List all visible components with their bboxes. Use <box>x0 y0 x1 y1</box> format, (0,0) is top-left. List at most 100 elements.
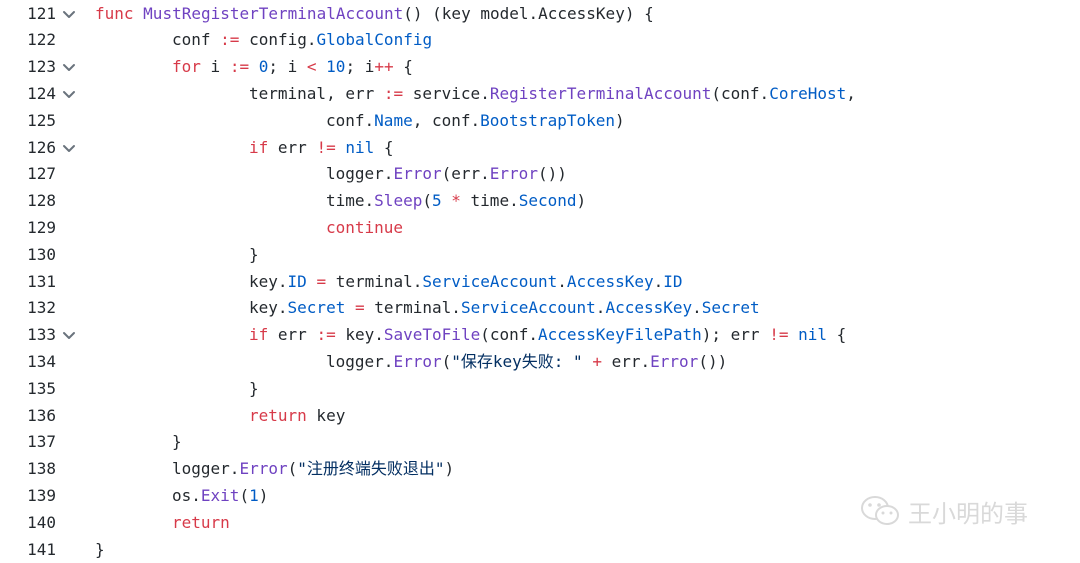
code-token: return <box>249 406 307 425</box>
line-number: 134 <box>24 349 56 376</box>
code-token: ( <box>442 352 452 371</box>
code-token <box>788 325 798 344</box>
line-number: 140 <box>24 510 56 537</box>
code-line: 124 terminal, err := service.RegisterTerm… <box>0 81 1080 108</box>
code-token: 5 <box>432 191 442 210</box>
code-token: := <box>316 325 335 344</box>
code-token: } <box>249 379 259 398</box>
code-token: nil <box>798 325 827 344</box>
code-token: "保存key失败: " <box>451 352 582 371</box>
code-token: return <box>172 513 230 532</box>
fold-chevron-icon[interactable] <box>62 10 76 20</box>
line-number: 130 <box>24 242 56 269</box>
code-token: Error <box>239 459 287 478</box>
line-gutter: 139 <box>0 483 88 510</box>
fold-chevron-icon[interactable] <box>62 144 76 154</box>
code-token: ServiceAccount <box>461 298 596 317</box>
code-text: } <box>249 376 259 403</box>
code-token: 1 <box>249 486 259 505</box>
code-line: 125conf.Name, conf.BootstrapToken) <box>0 108 1080 135</box>
line-gutter: 134 <box>0 349 88 376</box>
code-line: 141} <box>0 537 1080 563</box>
code-token: + <box>592 352 602 371</box>
code-token: conf. <box>326 111 374 130</box>
code-token: MustRegisterTerminalAccount <box>143 4 403 23</box>
code-token: Name <box>374 111 413 130</box>
code-token: ( <box>239 486 249 505</box>
code-text: return key <box>249 403 345 430</box>
code-token: . <box>557 272 567 291</box>
code-token: (err. <box>442 164 490 183</box>
line-gutter: 125 <box>0 108 88 135</box>
code-token: { <box>827 325 846 344</box>
code-token: (conf. <box>480 325 538 344</box>
code-token <box>336 138 346 157</box>
code-token: ID <box>288 272 307 291</box>
wechat-icon <box>860 494 900 528</box>
code-token: Second <box>519 191 577 210</box>
code-token: config. <box>239 30 316 49</box>
watermark: 王小明的事 <box>860 493 1028 529</box>
code-token: } <box>249 245 259 264</box>
code-token: := <box>220 30 239 49</box>
code-token: key. <box>249 272 288 291</box>
line-gutter: 130 <box>0 242 88 269</box>
code-token: Error <box>393 164 441 183</box>
line-number: 129 <box>24 215 56 242</box>
code-token: for <box>172 57 201 76</box>
line-number: 131 <box>24 269 56 296</box>
code-token: AccessKey <box>605 298 692 317</box>
code-text: os.Exit(1) <box>172 483 268 510</box>
line-gutter: 126 <box>0 135 88 162</box>
fold-chevron-icon[interactable] <box>62 331 76 341</box>
code-token: != <box>769 325 788 344</box>
code-token: terminal, err <box>249 84 384 103</box>
line-gutter: 136 <box>0 403 88 430</box>
code-token <box>442 191 452 210</box>
code-token: terminal. <box>365 298 461 317</box>
fold-chevron-icon[interactable] <box>62 90 76 100</box>
code-token: . <box>596 298 606 317</box>
code-text: terminal, err := service.RegisterTermina… <box>249 81 856 108</box>
code-line: 134logger.Error("保存key失败: " + err.Error(… <box>0 349 1080 376</box>
code-token: "注册终端失败退出" <box>297 459 444 478</box>
line-gutter: 138 <box>0 456 88 483</box>
code-token: key. <box>336 325 384 344</box>
line-number: 124 <box>24 81 56 108</box>
code-token: := <box>230 57 249 76</box>
code-token: { <box>394 57 413 76</box>
line-gutter: 140 <box>0 510 88 537</box>
code-text: logger.Error(err.Error()) <box>326 161 567 188</box>
code-text: for i := 0; i < 10; i++ { <box>172 54 413 81</box>
line-number: 137 <box>24 429 56 456</box>
code-editor: 121func MustRegisterTerminalAccount() (k… <box>0 0 1080 559</box>
code-line: 135} <box>0 376 1080 403</box>
line-number: 122 <box>24 27 56 54</box>
code-text: } <box>95 537 105 563</box>
code-token: CoreHost <box>769 84 846 103</box>
code-token: err. <box>602 352 650 371</box>
code-token: terminal. <box>326 272 422 291</box>
line-gutter: 123 <box>0 54 88 81</box>
code-text: conf := config.GlobalConfig <box>172 27 432 54</box>
line-number: 141 <box>24 537 56 563</box>
code-token: ) <box>577 191 587 210</box>
code-token: i <box>201 57 230 76</box>
code-token: , conf. <box>413 111 480 130</box>
code-line: 121func MustRegisterTerminalAccount() (k… <box>0 1 1080 28</box>
code-token: ) <box>615 111 625 130</box>
code-token: key <box>307 406 346 425</box>
code-token <box>345 298 355 317</box>
code-line: 128time.Sleep(5 * time.Second) <box>0 188 1080 215</box>
fold-chevron-icon[interactable] <box>62 63 76 73</box>
line-number: 128 <box>24 188 56 215</box>
code-text: } <box>172 429 182 456</box>
line-gutter: 141 <box>0 537 88 563</box>
line-number: 127 <box>24 161 56 188</box>
code-line: 137} <box>0 429 1080 456</box>
code-token: func <box>95 4 134 23</box>
code-line: 130} <box>0 242 1080 269</box>
line-number: 136 <box>24 403 56 430</box>
code-token: AccessKeyFilePath <box>538 325 702 344</box>
code-line: 127 logger.Error(err.Error()) <box>0 161 1080 188</box>
